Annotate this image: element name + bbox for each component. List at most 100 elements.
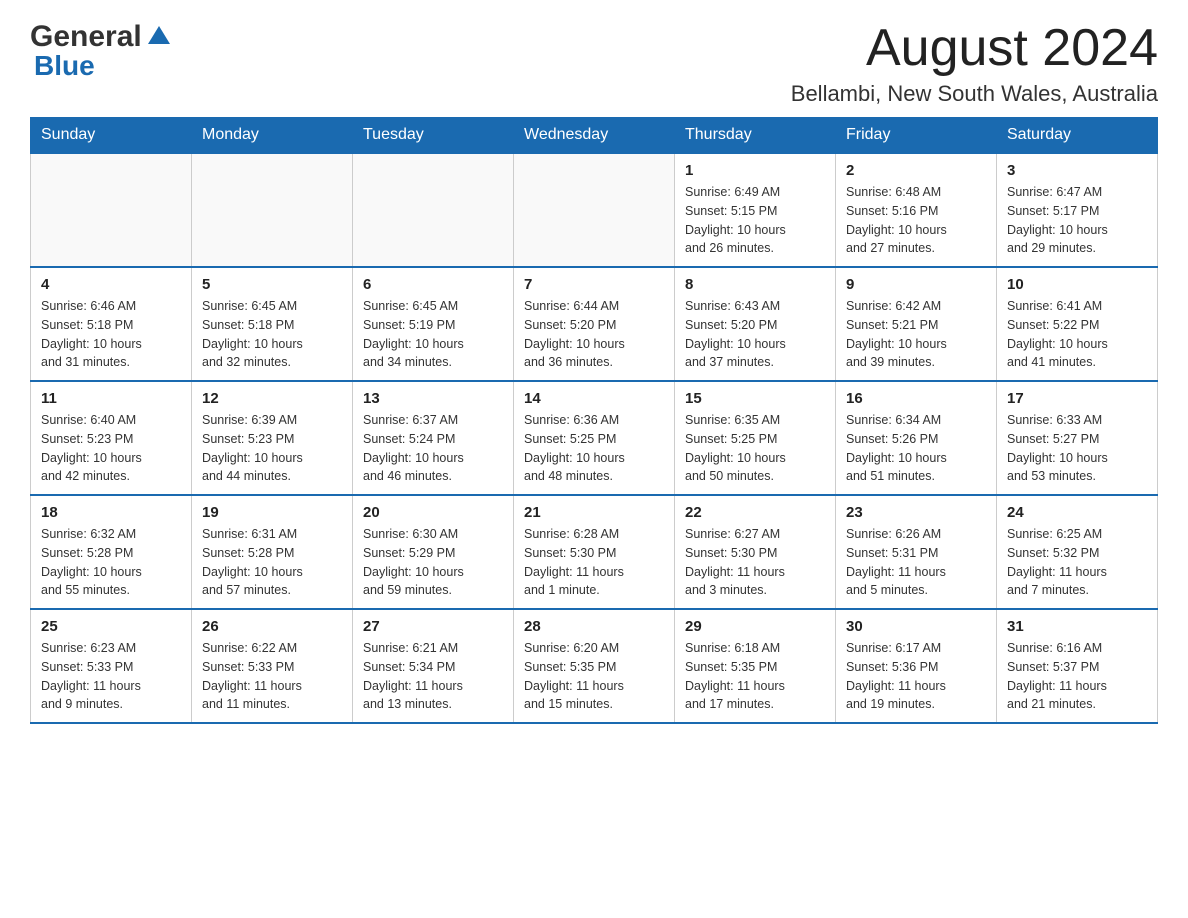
calendar-header-sunday: Sunday bbox=[31, 118, 192, 154]
day-info: Sunrise: 6:28 AM Sunset: 5:30 PM Dayligh… bbox=[524, 525, 664, 600]
calendar-cell bbox=[31, 153, 192, 267]
calendar-cell: 31 Sunrise: 6:16 AM Sunset: 5:37 PM Dayli… bbox=[997, 609, 1158, 723]
calendar-cell: 6 Sunrise: 6:45 AM Sunset: 5:19 PM Daylig… bbox=[353, 267, 514, 381]
day-info: Sunrise: 6:17 AM Sunset: 5:36 PM Dayligh… bbox=[846, 639, 986, 714]
calendar-cell: 18 Sunrise: 6:32 AM Sunset: 5:28 PM Dayli… bbox=[31, 495, 192, 609]
day-number: 11 bbox=[41, 390, 181, 407]
day-number: 17 bbox=[1007, 390, 1147, 407]
calendar-header-row: SundayMondayTuesdayWednesdayThursdayFrid… bbox=[31, 118, 1158, 154]
day-info: Sunrise: 6:48 AM Sunset: 5:16 PM Dayligh… bbox=[846, 183, 986, 258]
day-number: 18 bbox=[41, 504, 181, 521]
day-number: 24 bbox=[1007, 504, 1147, 521]
day-info: Sunrise: 6:32 AM Sunset: 5:28 PM Dayligh… bbox=[41, 525, 181, 600]
calendar-cell: 1 Sunrise: 6:49 AM Sunset: 5:15 PM Daylig… bbox=[675, 153, 836, 267]
day-number: 7 bbox=[524, 276, 664, 293]
day-info: Sunrise: 6:36 AM Sunset: 5:25 PM Dayligh… bbox=[524, 411, 664, 486]
day-number: 13 bbox=[363, 390, 503, 407]
calendar-cell: 5 Sunrise: 6:45 AM Sunset: 5:18 PM Daylig… bbox=[192, 267, 353, 381]
calendar-cell: 21Sunrise: 6:28 AM Sunset: 5:30 PM Dayli… bbox=[514, 495, 675, 609]
calendar-cell bbox=[353, 153, 514, 267]
calendar-header-tuesday: Tuesday bbox=[353, 118, 514, 154]
day-info: Sunrise: 6:42 AM Sunset: 5:21 PM Dayligh… bbox=[846, 297, 986, 372]
calendar-header-saturday: Saturday bbox=[997, 118, 1158, 154]
day-info: Sunrise: 6:34 AM Sunset: 5:26 PM Dayligh… bbox=[846, 411, 986, 486]
day-info: Sunrise: 6:47 AM Sunset: 5:17 PM Dayligh… bbox=[1007, 183, 1147, 258]
day-number: 20 bbox=[363, 504, 503, 521]
calendar-cell: 9 Sunrise: 6:42 AM Sunset: 5:21 PM Daylig… bbox=[836, 267, 997, 381]
day-number: 29 bbox=[685, 618, 825, 635]
calendar-cell: 29Sunrise: 6:18 AM Sunset: 5:35 PM Dayli… bbox=[675, 609, 836, 723]
calendar-cell: 10 Sunrise: 6:41 AM Sunset: 5:22 PM Dayli… bbox=[997, 267, 1158, 381]
calendar-cell: 17Sunrise: 6:33 AM Sunset: 5:27 PM Dayli… bbox=[997, 381, 1158, 495]
calendar-cell: 14 Sunrise: 6:36 AM Sunset: 5:25 PM Dayli… bbox=[514, 381, 675, 495]
day-number: 31 bbox=[1007, 618, 1147, 635]
day-info: Sunrise: 6:25 AM Sunset: 5:32 PM Dayligh… bbox=[1007, 525, 1147, 600]
calendar-header-friday: Friday bbox=[836, 118, 997, 154]
calendar-week-row: 25 Sunrise: 6:23 AM Sunset: 5:33 PM Dayli… bbox=[31, 609, 1158, 723]
calendar-cell: 24 Sunrise: 6:25 AM Sunset: 5:32 PM Dayli… bbox=[997, 495, 1158, 609]
day-info: Sunrise: 6:39 AM Sunset: 5:23 PM Dayligh… bbox=[202, 411, 342, 486]
calendar-cell: 23Sunrise: 6:26 AM Sunset: 5:31 PM Dayli… bbox=[836, 495, 997, 609]
day-number: 12 bbox=[202, 390, 342, 407]
page-header: General Blue August 2024 Bellambi, New S… bbox=[30, 20, 1158, 107]
day-number: 26 bbox=[202, 618, 342, 635]
calendar-table: SundayMondayTuesdayWednesdayThursdayFrid… bbox=[30, 117, 1158, 724]
day-number: 28 bbox=[524, 618, 664, 635]
calendar-cell: 28 Sunrise: 6:20 AM Sunset: 5:35 PM Dayli… bbox=[514, 609, 675, 723]
logo: General Blue bbox=[30, 20, 176, 82]
calendar-cell: 22 Sunrise: 6:27 AM Sunset: 5:30 PM Dayli… bbox=[675, 495, 836, 609]
day-info: Sunrise: 6:45 AM Sunset: 5:18 PM Dayligh… bbox=[202, 297, 342, 372]
calendar-week-row: 11Sunrise: 6:40 AM Sunset: 5:23 PM Dayli… bbox=[31, 381, 1158, 495]
day-info: Sunrise: 6:20 AM Sunset: 5:35 PM Dayligh… bbox=[524, 639, 664, 714]
day-number: 27 bbox=[363, 618, 503, 635]
day-number: 5 bbox=[202, 276, 342, 293]
calendar-cell: 2 Sunrise: 6:48 AM Sunset: 5:16 PM Daylig… bbox=[836, 153, 997, 267]
day-info: Sunrise: 6:27 AM Sunset: 5:30 PM Dayligh… bbox=[685, 525, 825, 600]
calendar-header-monday: Monday bbox=[192, 118, 353, 154]
day-info: Sunrise: 6:22 AM Sunset: 5:33 PM Dayligh… bbox=[202, 639, 342, 714]
day-info: Sunrise: 6:21 AM Sunset: 5:34 PM Dayligh… bbox=[363, 639, 503, 714]
calendar-cell: 20Sunrise: 6:30 AM Sunset: 5:29 PM Dayli… bbox=[353, 495, 514, 609]
day-number: 4 bbox=[41, 276, 181, 293]
calendar-week-row: 1 Sunrise: 6:49 AM Sunset: 5:15 PM Daylig… bbox=[31, 153, 1158, 267]
calendar-cell: 12 Sunrise: 6:39 AM Sunset: 5:23 PM Dayli… bbox=[192, 381, 353, 495]
day-info: Sunrise: 6:43 AM Sunset: 5:20 PM Dayligh… bbox=[685, 297, 825, 372]
calendar-cell: 4 Sunrise: 6:46 AM Sunset: 5:18 PM Daylig… bbox=[31, 267, 192, 381]
location-subtitle: Bellambi, New South Wales, Australia bbox=[791, 81, 1158, 107]
calendar-cell: 11Sunrise: 6:40 AM Sunset: 5:23 PM Dayli… bbox=[31, 381, 192, 495]
day-info: Sunrise: 6:46 AM Sunset: 5:18 PM Dayligh… bbox=[41, 297, 181, 372]
calendar-cell: 7 Sunrise: 6:44 AM Sunset: 5:20 PM Daylig… bbox=[514, 267, 675, 381]
day-number: 14 bbox=[524, 390, 664, 407]
day-number: 8 bbox=[685, 276, 825, 293]
day-number: 3 bbox=[1007, 162, 1147, 179]
calendar-cell: 27 Sunrise: 6:21 AM Sunset: 5:34 PM Dayli… bbox=[353, 609, 514, 723]
calendar-header-thursday: Thursday bbox=[675, 118, 836, 154]
calendar-cell: 13 Sunrise: 6:37 AM Sunset: 5:24 PM Dayli… bbox=[353, 381, 514, 495]
month-year-title: August 2024 bbox=[791, 20, 1158, 77]
calendar-week-row: 18 Sunrise: 6:32 AM Sunset: 5:28 PM Dayli… bbox=[31, 495, 1158, 609]
day-info: Sunrise: 6:41 AM Sunset: 5:22 PM Dayligh… bbox=[1007, 297, 1147, 372]
day-info: Sunrise: 6:37 AM Sunset: 5:24 PM Dayligh… bbox=[363, 411, 503, 486]
day-number: 16 bbox=[846, 390, 986, 407]
calendar-cell: 8 Sunrise: 6:43 AM Sunset: 5:20 PM Daylig… bbox=[675, 267, 836, 381]
day-number: 25 bbox=[41, 618, 181, 635]
day-number: 1 bbox=[685, 162, 825, 179]
calendar-cell: 15Sunrise: 6:35 AM Sunset: 5:25 PM Dayli… bbox=[675, 381, 836, 495]
day-info: Sunrise: 6:49 AM Sunset: 5:15 PM Dayligh… bbox=[685, 183, 825, 258]
day-info: Sunrise: 6:31 AM Sunset: 5:28 PM Dayligh… bbox=[202, 525, 342, 600]
day-number: 19 bbox=[202, 504, 342, 521]
calendar-cell: 16 Sunrise: 6:34 AM Sunset: 5:26 PM Dayli… bbox=[836, 381, 997, 495]
day-number: 6 bbox=[363, 276, 503, 293]
calendar-week-row: 4 Sunrise: 6:46 AM Sunset: 5:18 PM Daylig… bbox=[31, 267, 1158, 381]
day-number: 22 bbox=[685, 504, 825, 521]
day-number: 30 bbox=[846, 618, 986, 635]
day-number: 9 bbox=[846, 276, 986, 293]
day-info: Sunrise: 6:26 AM Sunset: 5:31 PM Dayligh… bbox=[846, 525, 986, 600]
day-info: Sunrise: 6:44 AM Sunset: 5:20 PM Dayligh… bbox=[524, 297, 664, 372]
day-number: 2 bbox=[846, 162, 986, 179]
day-info: Sunrise: 6:16 AM Sunset: 5:37 PM Dayligh… bbox=[1007, 639, 1147, 714]
day-number: 10 bbox=[1007, 276, 1147, 293]
day-info: Sunrise: 6:45 AM Sunset: 5:19 PM Dayligh… bbox=[363, 297, 503, 372]
logo-icon bbox=[144, 22, 174, 52]
day-info: Sunrise: 6:23 AM Sunset: 5:33 PM Dayligh… bbox=[41, 639, 181, 714]
